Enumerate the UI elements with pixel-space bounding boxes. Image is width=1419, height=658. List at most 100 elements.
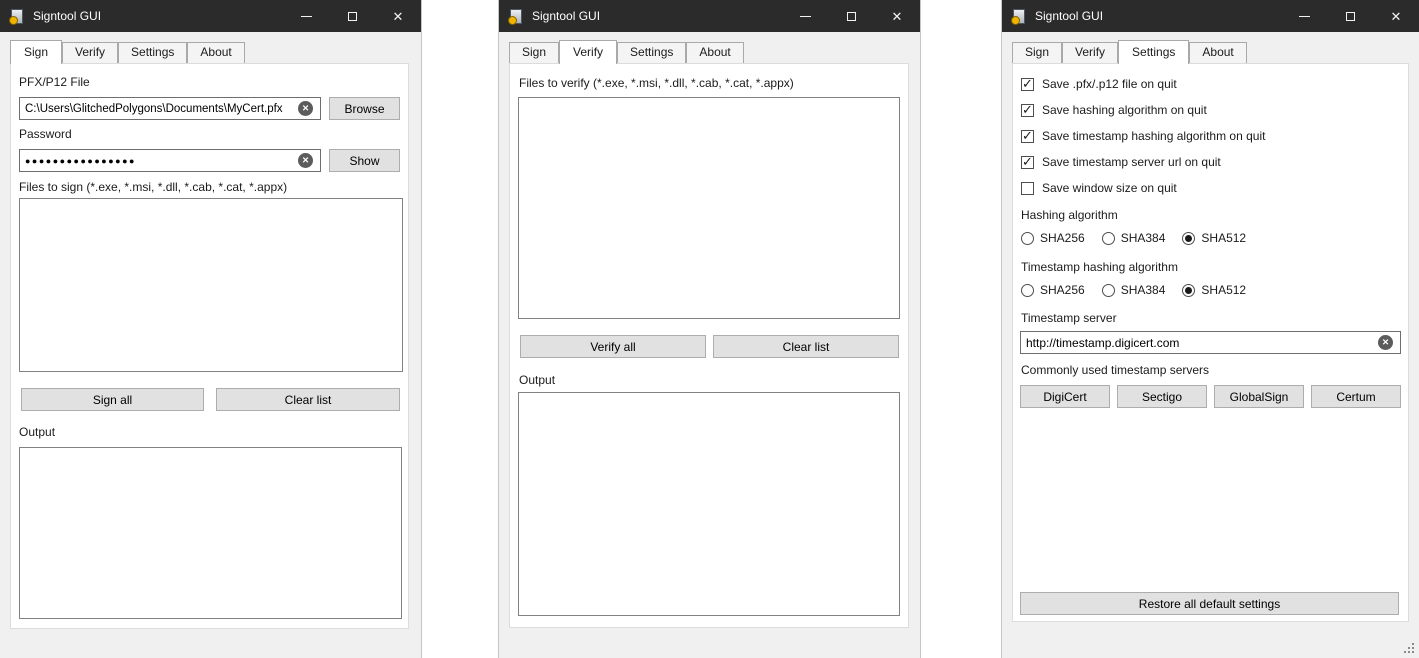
minimize-button[interactable] xyxy=(782,0,828,32)
window-title: Signtool GUI xyxy=(532,9,601,23)
timestamp-server-input[interactable] xyxy=(1020,331,1401,354)
maximize-button[interactable] xyxy=(1327,0,1373,32)
close-icon: ✕ xyxy=(1390,8,1402,24)
titlebar[interactable]: Signtool GUI ✕ xyxy=(1002,0,1419,32)
tab-strip: Sign Verify Settings About xyxy=(509,40,910,64)
checkbox-label: Save .pfx/.p12 file on quit xyxy=(1042,77,1177,91)
maximize-icon xyxy=(846,11,856,21)
tab-sign[interactable]: Sign xyxy=(10,40,63,64)
radio-circle[interactable] xyxy=(1021,231,1034,245)
globalsign-button[interactable]: GlobalSign xyxy=(1214,385,1304,408)
output-label: Output xyxy=(519,373,556,387)
pfx-file-label: PFX/P12 File xyxy=(19,75,90,89)
window-settings: Signtool GUI ✕ Sign Verify Settings Abou… xyxy=(1002,0,1419,658)
radio-circle[interactable] xyxy=(1101,283,1115,297)
checkbox-save-window-size-on-quit[interactable]: Save window size on quit xyxy=(1021,180,1177,196)
close-icon: ✕ xyxy=(891,8,903,24)
radio-sha384[interactable]: SHA384 xyxy=(1101,231,1165,245)
tab-verify[interactable]: Verify xyxy=(1062,42,1119,63)
radio-sha256[interactable]: SHA256 xyxy=(1021,231,1085,245)
checkbox-box[interactable] xyxy=(1021,128,1034,144)
titlebar[interactable]: Signtool GUI ✕ xyxy=(499,0,920,32)
resize-grip[interactable] xyxy=(1404,643,1415,654)
tab-settings[interactable]: Settings xyxy=(617,42,687,63)
radio-circle[interactable] xyxy=(1101,231,1115,245)
checkbox-label: Save timestamp hashing algorithm on quit xyxy=(1042,129,1266,143)
tab-page-settings: Save .pfx/.p12 file on quit Save hashing… xyxy=(1012,63,1409,622)
files-to-sign-label: Files to sign (*.exe, *.msi, *.dll, *.ca… xyxy=(19,180,288,194)
checkbox-box[interactable] xyxy=(1021,102,1034,118)
checkbox-box[interactable] xyxy=(1021,76,1034,92)
checkbox-save-pfx-on-quit[interactable]: Save .pfx/.p12 file on quit xyxy=(1021,76,1177,92)
tab-verify[interactable]: Verify xyxy=(559,40,618,64)
checkbox-box[interactable] xyxy=(1021,181,1034,195)
clear-pfx-icon[interactable]: ✕ xyxy=(298,101,313,116)
radio-ts-sha384[interactable]: SHA384 xyxy=(1101,283,1165,297)
files-to-verify-label: Files to verify (*.exe, *.msi, *.dll, *.… xyxy=(519,76,794,90)
password-label: Password xyxy=(19,127,72,141)
clear-list-button[interactable]: Clear list xyxy=(216,388,400,411)
radio-circle[interactable] xyxy=(1021,283,1034,297)
minimize-button[interactable] xyxy=(1281,0,1327,32)
maximize-button[interactable] xyxy=(329,0,375,32)
tab-sign[interactable]: Sign xyxy=(509,42,560,63)
verify-all-button[interactable]: Verify all xyxy=(520,335,706,358)
close-button[interactable]: ✕ xyxy=(874,0,920,32)
maximize-button[interactable] xyxy=(828,0,874,32)
output-textarea[interactable] xyxy=(19,447,402,619)
clear-timestamp-server-icon[interactable]: ✕ xyxy=(1378,335,1393,350)
app-icon xyxy=(1011,8,1025,25)
tab-strip: Sign Verify Settings About xyxy=(1012,40,1409,64)
restore-defaults-button[interactable]: Restore all default settings xyxy=(1020,592,1399,615)
window-sign: Signtool GUI ✕ Sign Verify Settings Abou… xyxy=(0,0,421,658)
tab-settings[interactable]: Settings xyxy=(118,42,188,63)
certum-button[interactable]: Certum xyxy=(1311,385,1401,408)
minimize-icon xyxy=(799,15,811,17)
checkbox-label: Save window size on quit xyxy=(1042,181,1177,195)
files-to-sign-listbox[interactable] xyxy=(19,198,403,372)
pfx-file-input[interactable] xyxy=(19,97,321,120)
checkbox-save-ts-hashing-on-quit[interactable]: Save timestamp hashing algorithm on quit xyxy=(1021,128,1265,144)
titlebar[interactable]: Signtool GUI ✕ xyxy=(0,0,421,32)
maximize-icon xyxy=(1345,11,1355,21)
close-button[interactable]: ✕ xyxy=(375,0,421,32)
digicert-button[interactable]: DigiCert xyxy=(1020,385,1110,408)
clear-password-icon[interactable]: ✕ xyxy=(298,153,313,168)
radio-circle[interactable] xyxy=(1182,283,1196,297)
hashing-algorithm-radio-group: SHA256 SHA384 SHA512 xyxy=(1021,230,1246,246)
browse-button[interactable]: Browse xyxy=(329,97,400,120)
close-button[interactable]: ✕ xyxy=(1373,0,1419,32)
tab-about[interactable]: About xyxy=(187,42,245,63)
radio-ts-sha512[interactable]: SHA512 xyxy=(1182,283,1246,297)
window-title: Signtool GUI xyxy=(1035,9,1104,23)
window-verify: Signtool GUI ✕ Sign Verify Settings Abou… xyxy=(499,0,920,658)
checkbox-save-ts-server-on-quit[interactable]: Save timestamp server url on quit xyxy=(1021,154,1221,170)
tab-strip: Sign Verify Settings About xyxy=(10,40,411,64)
tab-settings[interactable]: Settings xyxy=(1118,40,1190,64)
tab-sign[interactable]: Sign xyxy=(1012,42,1063,63)
sign-all-button[interactable]: Sign all xyxy=(21,388,204,411)
close-icon: ✕ xyxy=(392,8,404,24)
radio-circle[interactable] xyxy=(1182,231,1196,245)
output-textarea[interactable] xyxy=(518,392,900,616)
sectigo-button[interactable]: Sectigo xyxy=(1117,385,1207,408)
checkbox-box[interactable] xyxy=(1021,154,1034,170)
output-label: Output xyxy=(19,425,56,439)
tab-page-verify: Files to verify (*.exe, *.msi, *.dll, *.… xyxy=(509,63,909,628)
clear-list-button[interactable]: Clear list xyxy=(713,335,899,358)
tab-about[interactable]: About xyxy=(1189,42,1247,63)
app-icon xyxy=(9,8,23,25)
show-password-button[interactable]: Show xyxy=(329,149,400,172)
checkbox-label: Save timestamp server url on quit xyxy=(1042,155,1221,169)
radio-sha512[interactable]: SHA512 xyxy=(1182,231,1246,245)
files-to-verify-listbox[interactable] xyxy=(518,97,900,319)
password-input[interactable] xyxy=(19,149,321,172)
minimize-button[interactable] xyxy=(283,0,329,32)
caption-buttons: ✕ xyxy=(283,0,421,32)
tab-about[interactable]: About xyxy=(686,42,744,63)
commonly-used-servers-label: Commonly used timestamp servers xyxy=(1021,363,1210,377)
checkbox-save-hashing-on-quit[interactable]: Save hashing algorithm on quit xyxy=(1021,102,1207,118)
radio-ts-sha256[interactable]: SHA256 xyxy=(1021,283,1085,297)
tab-verify[interactable]: Verify xyxy=(62,42,119,63)
timestamp-hashing-radio-group: SHA256 SHA384 SHA512 xyxy=(1021,282,1246,298)
